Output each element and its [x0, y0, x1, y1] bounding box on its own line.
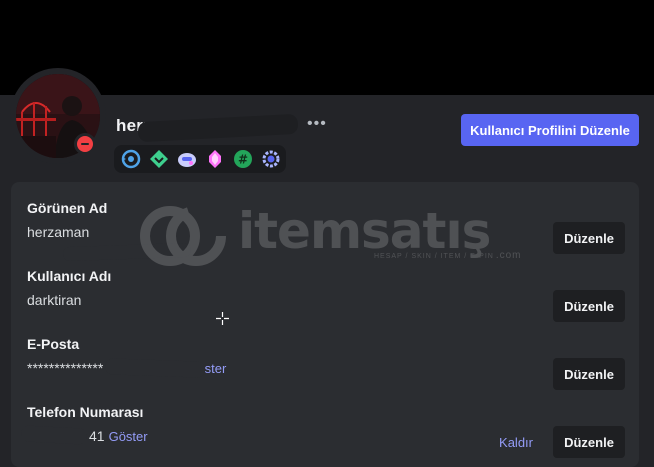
remove-phone-button[interactable]: Kaldır — [499, 426, 533, 458]
crosshair-cursor-icon — [216, 312, 229, 325]
edit-display-name-button[interactable]: Düzenle — [553, 222, 625, 254]
show-phone-link[interactable]: Göster — [109, 429, 148, 444]
display-name-label: Görünen Ad — [27, 200, 108, 216]
username-label: Kullanıcı Adı — [27, 268, 112, 284]
edit-username-button[interactable]: Düzenle — [553, 290, 625, 322]
hype-diamond-icon[interactable] — [148, 149, 169, 170]
hypesquad-icon[interactable] — [120, 149, 141, 170]
dnd-status-icon — [74, 133, 96, 155]
phone-row: Telefon Numarası 41 Göster Kaldır Düzenle — [20, 404, 625, 464]
display-name-row: Görünen Ad herzaman Düzenle — [27, 200, 625, 262]
phone-label: Telefon Numarası — [27, 404, 144, 420]
account-info-card: Görünen Ad herzaman Düzenle Kullanıcı Ad… — [11, 182, 639, 467]
email-row: E-Posta ************** Göster Düzenle — [27, 336, 625, 396]
nitro-helmet-icon[interactable] — [176, 149, 197, 170]
phone-masked-value: 41 — [89, 428, 105, 444]
redaction-mark — [20, 425, 88, 445]
quest-wreath-icon[interactable] — [260, 149, 281, 170]
email-masked-value: ************** — [27, 360, 104, 376]
edit-user-profile-button[interactable]: Kullanıcı Profilini Düzenle — [461, 114, 639, 146]
username-row: Kullanıcı Adı darktiran Düzenle — [27, 268, 625, 328]
display-name-value: herzaman — [27, 224, 90, 240]
profile-banner — [0, 0, 654, 95]
svg-text:#: # — [237, 153, 247, 167]
email-label: E-Posta — [27, 336, 80, 352]
badge-list: # — [114, 145, 286, 173]
edit-email-button[interactable]: Düzenle — [553, 358, 625, 390]
hashtag-icon[interactable]: # — [232, 149, 253, 170]
boost-gem-icon[interactable] — [204, 149, 225, 170]
edit-phone-button[interactable]: Düzenle — [553, 426, 625, 458]
more-options-icon[interactable]: ••• — [307, 115, 327, 133]
redaction-mark — [62, 242, 192, 262]
username-value: darktiran — [27, 292, 82, 308]
avatar-frame[interactable] — [10, 68, 106, 164]
